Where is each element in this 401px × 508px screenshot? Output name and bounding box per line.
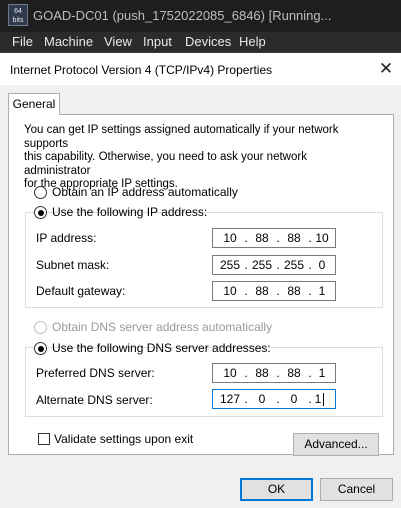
subnet-octet-2: 255 <box>251 258 273 272</box>
menu-machine[interactable]: Machine <box>44 34 93 49</box>
preferred-dns-label: Preferred DNS server: <box>36 366 155 380</box>
vm-window-title: GOAD-DC01 (push_1752022085_6846) [Runnin… <box>33 8 332 23</box>
radio-ip-auto[interactable] <box>34 186 47 199</box>
cancel-button[interactable]: Cancel <box>320 478 393 501</box>
gateway-octet-3: 88 <box>287 284 301 298</box>
radio-ip-auto-label: Obtain an IP address automatically <box>52 185 238 199</box>
tab-panel-general: You can get IP settings assigned automat… <box>8 114 394 456</box>
subnet-octet-3: 255 <box>283 258 305 272</box>
adns-octet-3: 0 <box>290 392 298 406</box>
advanced-button[interactable]: Advanced... <box>293 433 379 456</box>
preferred-dns-field[interactable]: 10. 88. 88. 1 <box>212 363 336 383</box>
adns-octet-2: 0 <box>258 392 266 406</box>
radio-row-ip-manual[interactable]: Use the following IP address: <box>34 205 207 221</box>
subnet-octet-1: 255 <box>219 258 241 272</box>
gateway-octet-4: 1 <box>318 284 326 298</box>
ip-address-field[interactable]: 10. 88. 88. 10 <box>212 228 336 248</box>
pdns-octet-2: 88 <box>255 366 269 380</box>
ip-octet-3: 88 <box>287 231 301 245</box>
intro-text: You can get IP settings assigned automat… <box>24 124 339 190</box>
ip-octet-1: 10 <box>223 231 237 245</box>
subnet-octet-4: 0 <box>318 258 326 272</box>
radio-dns-auto-label: Obtain DNS server address automatically <box>52 320 273 334</box>
dialog-body: General You can get IP settings assigned… <box>0 85 401 508</box>
radio-row-dns-manual[interactable]: Use the following DNS server addresses: <box>34 341 271 357</box>
subnet-mask-field[interactable]: 255. 255. 255. 0 <box>212 255 336 275</box>
validate-checkbox[interactable] <box>38 433 50 445</box>
default-gateway-field[interactable]: 10. 88. 88. 1 <box>212 281 336 301</box>
text-caret <box>323 393 324 406</box>
menu-view[interactable]: View <box>104 34 132 49</box>
radio-dns-auto <box>34 321 47 334</box>
validate-checkbox-label: Validate settings upon exit <box>54 432 194 446</box>
alternate-dns-label: Alternate DNS server: <box>36 393 153 407</box>
vm-window-titlebar: 64 bits GOAD-DC01 (push_1752022085_6846)… <box>0 0 401 32</box>
adns-octet-1: 127 <box>219 392 241 406</box>
ip-octet-4: 10 <box>315 231 329 245</box>
pdns-octet-3: 88 <box>287 366 301 380</box>
radio-ip-manual-label: Use the following IP address: <box>52 205 208 219</box>
gateway-octet-1: 10 <box>223 284 237 298</box>
dialog-title: Internet Protocol Version 4 (TCP/IPv4) P… <box>10 63 273 77</box>
adns-octet-4: 1 <box>314 392 322 406</box>
subnet-mask-label: Subnet mask: <box>36 258 110 272</box>
ip-octet-2: 88 <box>255 231 269 245</box>
alternate-dns-field[interactable]: 127. 0. 0. 1 <box>212 389 336 409</box>
tab-general[interactable]: General <box>8 93 60 115</box>
radio-dns-manual[interactable] <box>34 342 47 355</box>
close-icon[interactable]: ✕ <box>376 59 396 79</box>
dialog-titlebar: Internet Protocol Version 4 (TCP/IPv4) P… <box>0 52 401 86</box>
ip-address-label: IP address: <box>36 231 97 245</box>
menu-devices[interactable]: Devices <box>185 34 231 49</box>
menu-file[interactable]: File <box>12 34 33 49</box>
pdns-octet-1: 10 <box>223 366 237 380</box>
radio-ip-manual[interactable] <box>34 206 47 219</box>
gateway-octet-2: 88 <box>255 284 269 298</box>
menu-help[interactable]: Help <box>239 34 266 49</box>
menu-input[interactable]: Input <box>143 34 172 49</box>
radio-dns-manual-label: Use the following DNS server addresses: <box>52 341 271 355</box>
ok-button[interactable]: OK <box>240 478 313 501</box>
default-gateway-label: Default gateway: <box>36 284 126 298</box>
pdns-octet-4: 1 <box>318 366 326 380</box>
vm-menubar: File Machine View Input Devices Help <box>0 32 401 52</box>
vm-os-logo-icon: 64 bits <box>8 4 28 26</box>
